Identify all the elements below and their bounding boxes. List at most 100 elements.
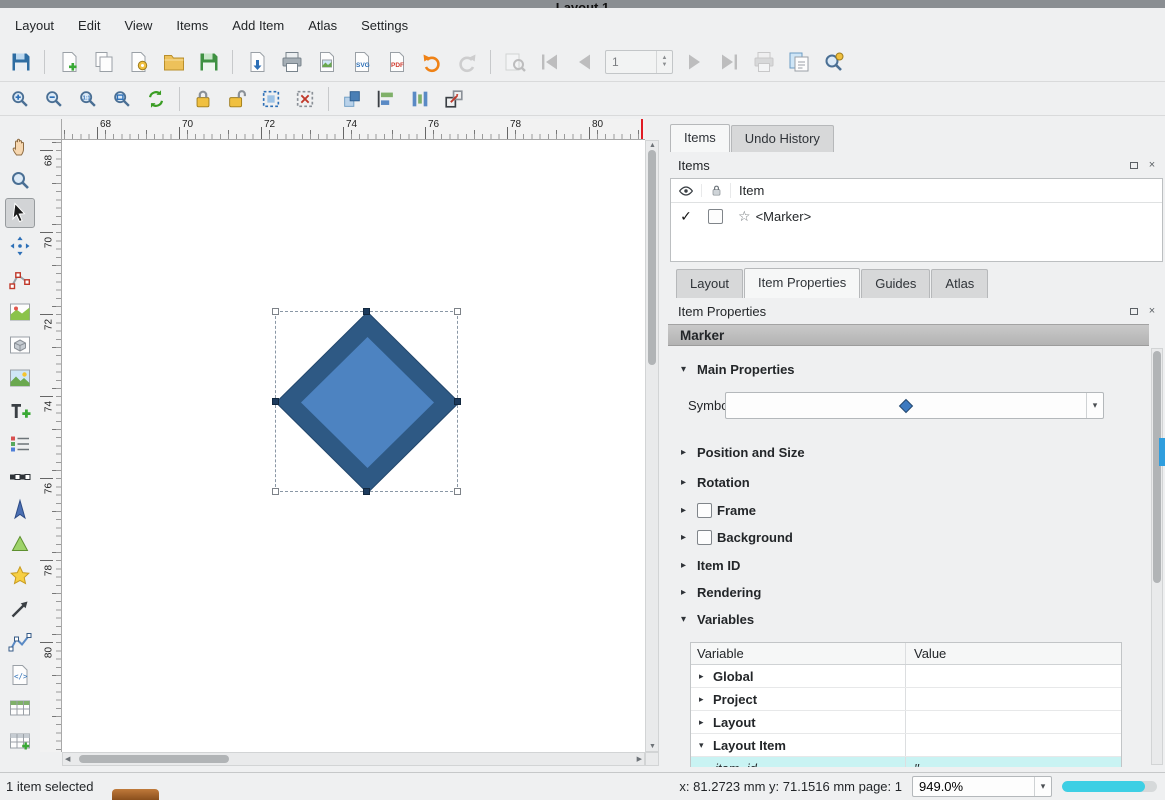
export-atlas-button[interactable] <box>782 46 815 77</box>
lock-items-button[interactable] <box>187 85 219 113</box>
section-frame[interactable]: ▸ Frame <box>668 500 1149 520</box>
menu-add-item[interactable]: Add Item <box>221 13 295 38</box>
add-label-tool[interactable] <box>5 396 35 426</box>
save-project-button[interactable] <box>4 46 37 77</box>
menu-view[interactable]: View <box>113 13 163 38</box>
add-html-tool[interactable]: </> <box>5 660 35 690</box>
scroll-up-icon[interactable]: ▲ <box>649 142 656 149</box>
zoom-combobox[interactable]: ▾ <box>912 776 1052 797</box>
tab-guides[interactable]: Guides <box>861 269 930 298</box>
export-as-image-button[interactable] <box>310 46 343 77</box>
move-item-content-tool[interactable] <box>5 231 35 261</box>
tab-item-properties[interactable]: Item Properties <box>744 268 860 298</box>
section-variables[interactable]: ▾Variables <box>668 609 1149 629</box>
scrollbar-thumb[interactable] <box>1153 351 1161 583</box>
props-panel-close-button[interactable]: × <box>1145 304 1159 318</box>
previous-feature-button[interactable] <box>568 46 601 77</box>
print-layout-button[interactable] <box>275 46 308 77</box>
item-row-marker[interactable]: ✓ ☆<Marker> <box>671 203 1162 229</box>
add-scale-bar-tool[interactable] <box>5 462 35 492</box>
zoom-tool[interactable] <box>5 165 35 195</box>
resize-handle[interactable] <box>454 398 461 405</box>
section-main-properties[interactable]: ▾Main Properties <box>668 359 1149 379</box>
atlas-settings-button[interactable] <box>817 46 850 77</box>
add-shape-tool[interactable] <box>5 528 35 558</box>
visibility-check-icon[interactable]: ✓ <box>671 208 701 225</box>
zoom-out-button[interactable] <box>38 85 70 113</box>
scrollbar-thumb[interactable] <box>648 150 656 365</box>
marker-item[interactable] <box>276 312 459 493</box>
symbol-combo[interactable]: ▾ <box>725 392 1104 419</box>
scroll-down-icon[interactable]: ▼ <box>649 743 656 750</box>
atlas-page-spinbox[interactable]: ▲▼ <box>605 50 673 74</box>
tab-layout[interactable]: Layout <box>676 269 743 298</box>
redo-button[interactable] <box>450 46 483 77</box>
tab-undo-history[interactable]: Undo History <box>731 125 834 152</box>
save-as-template-button[interactable] <box>192 46 225 77</box>
undo-button[interactable] <box>415 46 448 77</box>
add-fixed-table-tool[interactable] <box>5 726 35 756</box>
zoom-in-button[interactable] <box>4 85 36 113</box>
section-item-id[interactable]: ▸Item ID <box>668 555 1149 575</box>
export-as-pdf-button[interactable]: PDF <box>380 46 413 77</box>
marker-selection-box[interactable] <box>275 311 458 492</box>
resize-handle[interactable] <box>272 308 279 315</box>
new-layout-button[interactable] <box>52 46 85 77</box>
edit-nodes-item-tool[interactable] <box>5 264 35 294</box>
layout-canvas[interactable] <box>62 140 645 752</box>
align-items-button[interactable] <box>370 85 402 113</box>
next-feature-button[interactable] <box>677 46 710 77</box>
add-marker-tool[interactable] <box>5 561 35 591</box>
variables-group-global[interactable]: ▸Global <box>691 665 1121 688</box>
section-rotation[interactable]: ▸Rotation <box>668 472 1149 492</box>
add-items-from-template-button[interactable] <box>240 46 273 77</box>
first-feature-button[interactable] <box>533 46 566 77</box>
select-all-button[interactable] <box>255 85 287 113</box>
zoom-slider[interactable] <box>1062 781 1157 792</box>
lock-checkbox[interactable] <box>701 209 730 224</box>
layout-manager-button[interactable] <box>122 46 155 77</box>
menu-edit[interactable]: Edit <box>67 13 111 38</box>
scroll-left-icon[interactable]: ◀ <box>65 756 70 763</box>
distribute-items-button[interactable] <box>404 85 436 113</box>
menu-layout[interactable]: Layout <box>4 13 65 38</box>
properties-scrollbar[interactable] <box>1151 348 1163 765</box>
preview-atlas-button[interactable] <box>498 46 531 77</box>
add-node-item-tool[interactable] <box>5 627 35 657</box>
spinbox-arrows-icon[interactable]: ▲▼ <box>656 51 672 73</box>
atlas-page-input[interactable] <box>606 51 656 73</box>
add-picture-tool[interactable] <box>5 363 35 393</box>
props-panel-float-button[interactable] <box>1127 304 1141 318</box>
refresh-view-button[interactable] <box>140 85 172 113</box>
unlock-items-button[interactable] <box>221 85 253 113</box>
menu-settings[interactable]: Settings <box>350 13 419 38</box>
pan-tool[interactable] <box>5 132 35 162</box>
section-rendering[interactable]: ▸Rendering <box>668 582 1149 602</box>
combo-dropdown-arrow[interactable]: ▾ <box>1086 393 1103 418</box>
menu-items[interactable]: Items <box>165 13 219 38</box>
variables-group-project[interactable]: ▸Project <box>691 688 1121 711</box>
menu-atlas[interactable]: Atlas <box>297 13 348 38</box>
add-legend-tool[interactable] <box>5 429 35 459</box>
deselect-all-button[interactable] <box>289 85 321 113</box>
zoom-input[interactable] <box>913 779 1034 794</box>
resize-handle[interactable] <box>363 488 370 495</box>
scroll-right-icon[interactable]: ▶ <box>637 756 642 763</box>
resize-items-button[interactable] <box>438 85 470 113</box>
resize-handle[interactable] <box>454 488 461 495</box>
zoom-actual-button[interactable]: 1:1 <box>72 85 104 113</box>
resize-handle[interactable] <box>272 398 279 405</box>
add-3d-map-tool[interactable] <box>5 330 35 360</box>
resize-handle[interactable] <box>454 308 461 315</box>
resize-handle[interactable] <box>363 308 370 315</box>
print-atlas-button[interactable] <box>747 46 780 77</box>
canvas-horizontal-scrollbar[interactable]: ◀ ▶ <box>62 752 645 766</box>
frame-checkbox[interactable] <box>697 503 712 518</box>
items-panel-float-button[interactable] <box>1127 158 1141 172</box>
zoom-dropdown-arrow[interactable]: ▾ <box>1034 777 1051 796</box>
resize-handle[interactable] <box>272 488 279 495</box>
add-arrow-tool[interactable] <box>5 594 35 624</box>
variable-row-item-id[interactable]: item_id '' <box>691 757 1121 767</box>
items-panel-close-button[interactable]: × <box>1145 158 1159 172</box>
canvas-vertical-scrollbar[interactable]: ▲ ▼ <box>645 140 659 752</box>
